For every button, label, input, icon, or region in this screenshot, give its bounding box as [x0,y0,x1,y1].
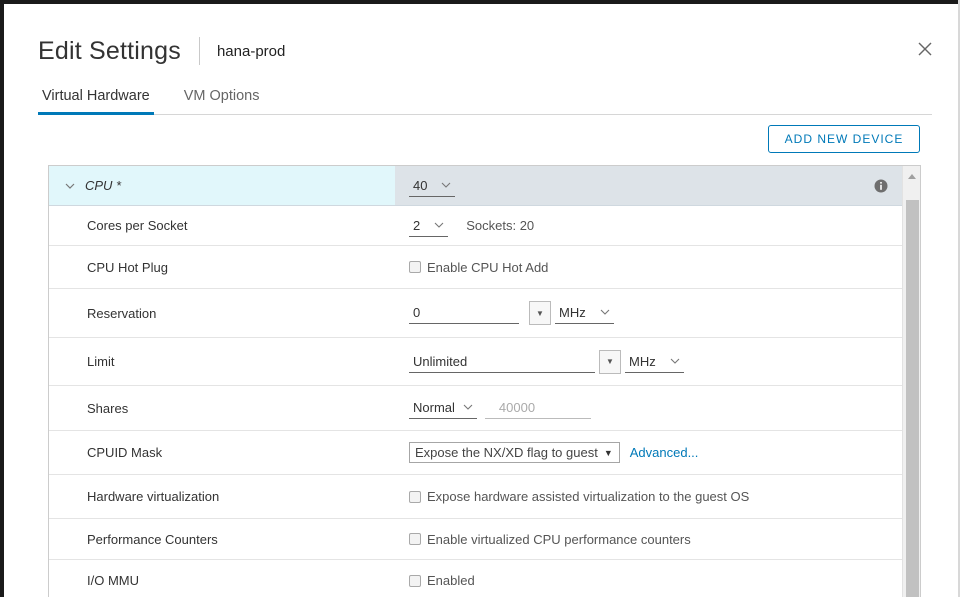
hardware-virtualization-cell: Expose hardware assisted virtualization … [395,475,902,518]
close-button[interactable] [914,38,936,60]
enable-perf-counters-checkbox[interactable] [409,533,421,545]
vm-name: hana-prod [216,42,286,60]
reservation-unit: MHz [559,305,586,320]
expose-hw-virtualization-checkbox[interactable] [409,490,421,503]
cpu-hot-plug-cell: Enable CPU Hot Add [395,246,902,288]
chevron-down-icon [434,222,444,228]
scrollbar-thumb[interactable] [906,200,919,597]
chevron-down-icon [670,358,680,364]
io-mmu-cell: Enabled [395,560,902,597]
cpuid-advanced-link[interactable]: Advanced... [630,445,699,460]
tab-vm-options[interactable]: VM Options [180,84,264,115]
cores-per-socket-cell: 2 Sockets: 20 [395,206,902,245]
enable-cpu-hot-add-checkbox[interactable] [409,261,421,273]
limit-unit: MHz [629,353,656,369]
cpu-count-cell: 40 [395,166,902,205]
chevron-down-icon[interactable] [65,178,75,193]
tab-bar: Virtual Hardware VM Options [38,84,932,115]
cpu-section-label-cell[interactable]: CPU * [49,166,395,205]
sockets-count: Sockets: 20 [466,218,535,233]
performance-counters-label: Performance Counters [87,531,218,547]
io-mmu-enabled-checkbox[interactable] [409,574,421,587]
cpu-hot-plug-label: CPU Hot Plug [87,259,168,275]
io-mmu-enabled-label[interactable]: Enabled [427,573,475,588]
reservation-dropdown-button[interactable]: ▼ [529,301,551,325]
shares-level-select[interactable]: Normal [409,397,477,419]
scroll-up-icon[interactable] [907,172,917,180]
tab-virtual-hardware[interactable]: Virtual Hardware [38,84,154,115]
expose-hw-virtualization-label[interactable]: Expose hardware assisted virtualization … [427,489,749,504]
reservation-cell: 0 ▼ MHz [395,289,902,337]
add-new-device-button[interactable]: ADD NEW DEVICE [768,125,920,153]
cpu-hot-plug-row: CPU Hot Plug Enable CPU Hot Add [49,246,902,289]
reservation-label: Reservation [87,305,157,321]
enable-perf-counters-label[interactable]: Enable virtualized CPU performance count… [427,532,691,547]
cpuid-mask-label: CPUID Mask [87,445,163,460]
limit-unit-select[interactable]: MHz [625,351,684,373]
enable-cpu-hot-add-label[interactable]: Enable CPU Hot Add [427,260,548,275]
shares-label: Shares [87,400,129,416]
limit-label: Limit [87,354,115,369]
chevron-down-icon [600,309,610,315]
performance-counters-row: Performance Counters Enable virtualized … [49,519,902,560]
dialog-header: Edit Settings hana-prod [38,34,285,68]
dialog-title: Edit Settings [38,36,181,65]
reservation-unit-select[interactable]: MHz [555,302,614,324]
limit-cell: Unlimited ▼ MHz [395,338,902,385]
cpuid-mask-row: CPUID Mask Expose the NX/XD flag to gues… [49,431,902,475]
chevron-down-icon [463,404,473,410]
cpu-section-label: CPU * [85,178,122,193]
grid-scrollbar[interactable] [902,166,920,597]
limit-row: Limit Unlimited ▼ MHz [49,338,902,386]
chevron-down-icon [442,182,451,188]
performance-counters-cell: Enable virtualized CPU performance count… [395,519,902,559]
cores-per-socket-value: 2 [413,217,421,233]
hardware-virtualization-row: Hardware virtualization Expose hardware … [49,475,902,519]
reservation-row: Reservation 0 ▼ MHz [49,289,902,338]
cores-per-socket-select[interactable]: 2 [409,215,449,237]
shares-row: Shares Normal 40000 [49,386,902,431]
edit-settings-dialog: Edit Settings hana-prod Virtual Hardware… [4,4,958,597]
title-divider [198,37,200,65]
limit-dropdown-button[interactable]: ▼ [599,349,621,374]
cpu-count-value: 40 [413,177,428,193]
triangle-down-icon: ▼ [606,357,614,366]
close-icon [918,42,932,56]
triangle-down-icon: ▼ [603,447,613,458]
hardware-virtualization-label: Hardware virtualization [87,489,220,504]
cpuid-mask-select[interactable]: Expose the NX/XD flag to guest ▼ [409,442,620,463]
cpu-count-select[interactable]: 40 [409,175,456,197]
info-icon[interactable] [874,179,888,193]
shares-level: Normal [413,400,455,415]
reservation-input[interactable]: 0 [409,302,519,324]
hardware-grid: CPU * 40 Cores per Socket 2 Sockets: 20 [48,165,921,597]
cpuid-mask-value: Expose the NX/XD flag to guest [415,445,598,460]
triangle-down-icon: ▼ [536,308,544,318]
limit-input[interactable]: Unlimited [409,351,595,373]
shares-cell: Normal 40000 [395,386,902,430]
io-mmu-row: I/O MMU Enabled [49,560,902,597]
cpu-section-header[interactable]: CPU * 40 [49,166,902,206]
cores-per-socket-label: Cores per Socket [87,218,188,233]
cores-per-socket-row: Cores per Socket 2 Sockets: 20 [49,206,902,246]
io-mmu-label: I/O MMU [87,573,139,588]
cpuid-mask-cell: Expose the NX/XD flag to guest ▼ Advance… [395,431,902,474]
shares-value-input[interactable]: 40000 [484,397,591,419]
